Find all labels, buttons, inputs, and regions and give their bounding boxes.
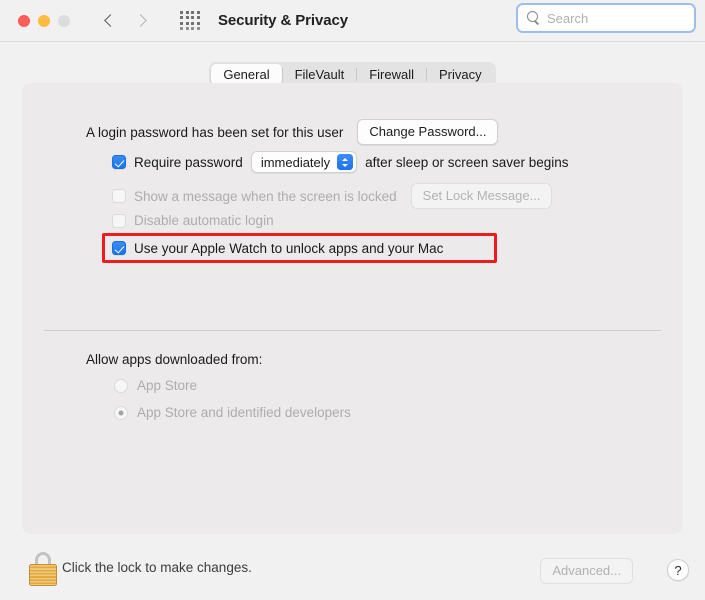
lock-hint-text: Click the lock to make changes. <box>62 560 252 575</box>
require-password-row: Require password immediately after sleep… <box>112 151 569 173</box>
close-window-button[interactable] <box>18 14 30 27</box>
require-password-delay-select[interactable]: immediately <box>250 151 358 173</box>
tab-general[interactable]: General <box>211 64 282 85</box>
apple-watch-unlock-row: Use your Apple Watch to unlock apps and … <box>112 233 443 263</box>
login-password-row: A login password has been set for this u… <box>86 119 499 145</box>
search-input[interactable]: Search <box>518 5 694 31</box>
allow-apps-heading: Allow apps downloaded from: <box>86 352 263 367</box>
advanced-button[interactable]: Advanced... <box>540 558 633 584</box>
set-lock-message-button[interactable]: Set Lock Message... <box>410 183 553 209</box>
minimize-window-button[interactable] <box>38 14 50 27</box>
identified-developers-radio[interactable] <box>114 405 128 420</box>
security-privacy-window: Security & Privacy Search General FileVa… <box>0 0 705 600</box>
padlock-body <box>29 564 57 586</box>
search-placeholder: Search <box>547 10 589 26</box>
allow-apps-option-identified-developers[interactable]: App Store and identified developers <box>114 405 351 420</box>
disable-automatic-login-label: Disable automatic login <box>134 213 274 228</box>
window-titlebar: Security & Privacy Search <box>0 0 705 42</box>
search-field-container[interactable]: Search <box>516 3 696 33</box>
require-password-checkbox[interactable] <box>112 155 126 169</box>
apple-watch-unlock-checkbox[interactable] <box>112 241 126 255</box>
login-password-status-label: A login password has been set for this u… <box>86 124 344 140</box>
padlock-icon[interactable] <box>28 552 58 586</box>
show-all-grid-icon[interactable] <box>180 10 200 31</box>
tab-firewall[interactable]: Firewall <box>357 64 426 85</box>
show-lock-message-label: Show a message when the screen is locked <box>134 188 397 204</box>
window-bottom-bar: Click the lock to make changes. Advanced… <box>0 534 705 600</box>
chevron-up-down-icon <box>337 154 354 170</box>
require-password-label: Require password <box>134 154 243 170</box>
section-divider <box>44 330 661 331</box>
disable-automatic-login-row: Disable automatic login <box>112 213 274 228</box>
allow-apps-option-app-store[interactable]: App Store <box>114 378 197 393</box>
help-button[interactable]: ? <box>667 559 689 581</box>
change-password-button[interactable]: Change Password... <box>357 119 499 145</box>
chevron-left-icon[interactable] <box>100 12 118 30</box>
require-password-delay-value: immediately <box>260 154 331 170</box>
app-store-radio[interactable] <box>114 378 128 393</box>
general-settings-panel: A login password has been set for this u… <box>22 83 683 534</box>
chevron-right-icon[interactable] <box>134 12 152 30</box>
apple-watch-unlock-label: Use your Apple Watch to unlock apps and … <box>134 240 444 256</box>
disable-automatic-login-checkbox[interactable] <box>112 213 126 228</box>
tab-filevault[interactable]: FileVault <box>283 64 357 85</box>
traffic-light-buttons <box>18 14 70 27</box>
require-password-suffix-label: after sleep or screen saver begins <box>365 154 569 170</box>
identified-developers-label: App Store and identified developers <box>137 405 351 420</box>
allow-apps-heading-row: Allow apps downloaded from: <box>86 351 262 369</box>
show-lock-message-checkbox[interactable] <box>112 189 126 203</box>
page-title: Security & Privacy <box>218 12 348 29</box>
search-icon <box>527 11 541 25</box>
navigation-buttons <box>100 12 152 30</box>
zoom-window-button[interactable] <box>58 14 70 27</box>
tab-privacy[interactable]: Privacy <box>427 64 494 85</box>
app-store-label: App Store <box>137 378 198 393</box>
show-lock-message-row: Show a message when the screen is locked… <box>112 183 553 209</box>
